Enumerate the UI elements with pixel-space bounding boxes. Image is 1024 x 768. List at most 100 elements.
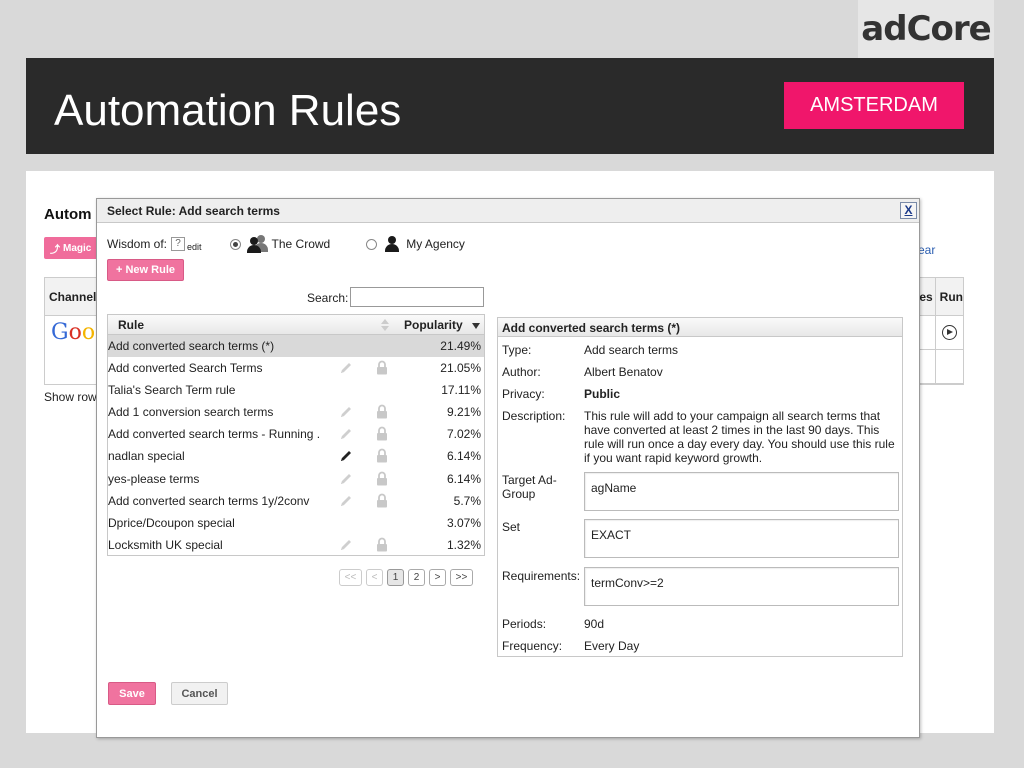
- wand-icon: ⤴: [50, 244, 60, 256]
- option-my-agency-label[interactable]: My Agency: [406, 237, 465, 251]
- popularity-column-header[interactable]: Popularity: [404, 318, 463, 332]
- bg-clear-link[interactable]: ear: [918, 243, 935, 257]
- pencil-icon[interactable]: [339, 449, 353, 463]
- help-icon[interactable]: ?: [171, 237, 186, 251]
- run-play-icon[interactable]: [942, 325, 957, 340]
- lock-icon: [376, 426, 388, 441]
- option-the-crowd-label[interactable]: The Crowd: [272, 237, 331, 251]
- pencil-icon: [339, 494, 353, 508]
- pencil-icon: [339, 538, 353, 552]
- description-label: Description:: [502, 409, 566, 423]
- radio-the-crowd[interactable]: [229, 238, 241, 250]
- bg-show-rows: Show rows: [44, 390, 103, 404]
- rule-name[interactable]: Dprice/Dcoupon special: [108, 516, 320, 530]
- privacy-value: Public: [584, 387, 621, 401]
- table-row[interactable]: Add converted search terms 1y/2conv 5.7%: [108, 490, 484, 512]
- last-page-button[interactable]: >>: [450, 569, 473, 586]
- wisdom-selector: Wisdom of: ? edit The Crowd My Agency: [107, 235, 465, 253]
- wisdom-label: Wisdom of:: [107, 237, 168, 251]
- rule-popularity: 3.07%: [446, 515, 481, 530]
- lock-icon: [376, 360, 388, 375]
- set-label: Set: [502, 520, 521, 534]
- bg-magic-button[interactable]: ⤴ Magic: [44, 237, 104, 259]
- rule-name[interactable]: Add converted Search Terms: [108, 361, 320, 375]
- target-label-line2: Group: [502, 487, 536, 501]
- frequency-value: Every Day: [584, 639, 640, 653]
- google-logo: Goog: [45, 316, 109, 345]
- rule-name[interactable]: Add converted search terms 1y/2conv: [108, 494, 320, 508]
- rule-popularity: 9.21%: [446, 405, 481, 420]
- pagination: << < 1 2 > >>: [339, 569, 473, 586]
- target-adgroup-label: Target Ad- Group: [502, 473, 557, 501]
- google-letter: o: [81, 320, 96, 345]
- sort-icon[interactable]: [380, 317, 390, 333]
- rule-name[interactable]: Add converted search terms (*): [108, 339, 320, 353]
- table-row[interactable]: nadlan special 6.14%: [108, 445, 484, 467]
- requirements-field[interactable]: termConv>=2: [584, 567, 899, 606]
- new-rule-button[interactable]: + New Rule: [107, 259, 184, 281]
- close-icon[interactable]: X: [900, 202, 917, 219]
- logo-text: adCore: [861, 9, 991, 49]
- target-adgroup-field[interactable]: agName: [584, 472, 899, 511]
- rules-table: Rule Popularity Add converted search ter…: [107, 314, 485, 556]
- bg-channel-header: Channel: [45, 278, 101, 316]
- rules-table-body: Add converted search terms (*) 21.49% Add …: [108, 335, 484, 556]
- author-value: Albert Benatov: [584, 365, 663, 379]
- bg-magic-label: Magic: [63, 242, 92, 254]
- rule-name[interactable]: nadlan special: [108, 449, 320, 463]
- pencil-icon: [339, 472, 353, 486]
- rule-name[interactable]: Add converted search terms - Running ...: [108, 427, 320, 441]
- privacy-label: Privacy:: [502, 387, 545, 401]
- sort-desc-icon[interactable]: [472, 323, 480, 329]
- next-page-button[interactable]: >: [429, 569, 446, 586]
- pencil-icon: [339, 405, 353, 419]
- rule-column-header[interactable]: Rule: [118, 318, 144, 332]
- bg-campaign-table: Channel Goog: [44, 277, 109, 385]
- table-row[interactable]: Locksmith UK special 1.32%: [108, 534, 484, 556]
- rule-name[interactable]: Locksmith UK special: [108, 538, 320, 552]
- rule-popularity: 6.14%: [446, 449, 481, 464]
- prev-page-button[interactable]: <: [366, 569, 383, 586]
- dialog-title: Select Rule: Add search terms: [107, 204, 280, 218]
- table-row[interactable]: Talia's Search Term rule 17.11%: [108, 379, 484, 401]
- bg-run-col: Run: [939, 290, 963, 304]
- rule-popularity: 6.14%: [446, 471, 481, 486]
- lock-icon: [376, 404, 388, 419]
- pencil-icon: [339, 427, 353, 441]
- target-label-line1: Target Ad-: [502, 473, 557, 487]
- set-field[interactable]: EXACT: [584, 519, 899, 558]
- table-row[interactable]: Add converted search terms (*) 21.49%: [108, 335, 484, 358]
- slide-title: Automation Rules: [54, 86, 402, 135]
- search-input[interactable]: [350, 287, 484, 307]
- rule-name[interactable]: Talia's Search Term rule: [108, 383, 320, 397]
- bg-page-heading: Autom: [44, 206, 92, 223]
- edit-link[interactable]: edit: [187, 242, 202, 252]
- rule-popularity: 1.32%: [446, 537, 481, 552]
- rules-table-header: Rule Popularity: [108, 315, 484, 335]
- table-row[interactable]: Dprice/Dcoupon special 3.07%: [108, 512, 484, 534]
- page-2-button[interactable]: 2: [408, 569, 425, 586]
- rule-name[interactable]: Add 1 conversion search terms: [108, 405, 320, 419]
- cancel-button[interactable]: Cancel: [171, 682, 228, 705]
- table-row[interactable]: Add converted search terms - Running ...…: [108, 423, 484, 445]
- type-label: Type:: [502, 343, 532, 357]
- google-letter: G: [51, 320, 69, 345]
- lock-icon: [376, 448, 388, 463]
- person-icon: [384, 236, 400, 252]
- location-badge: AMSTERDAM: [784, 82, 964, 129]
- table-row[interactable]: Add converted Search Terms 21.05%: [108, 357, 484, 379]
- rule-popularity: 5.7%: [453, 493, 481, 508]
- crowd-icon: [246, 235, 269, 253]
- table-row[interactable]: yes-please terms 6.14%: [108, 468, 484, 490]
- periods-label: Periods:: [502, 617, 547, 631]
- lock-icon: [376, 493, 388, 508]
- description-value: This rule will add to your campaign all …: [584, 409, 895, 465]
- page-1-button[interactable]: 1: [387, 569, 404, 586]
- rule-name[interactable]: yes-please terms: [108, 472, 320, 486]
- type-value: Add search terms: [584, 343, 679, 357]
- first-page-button[interactable]: <<: [339, 569, 362, 586]
- table-row[interactable]: Add 1 conversion search terms 9.21%: [108, 401, 484, 423]
- radio-my-agency[interactable]: [366, 238, 378, 250]
- adcore-logo: adCore: [858, 0, 994, 58]
- save-button[interactable]: Save: [108, 682, 156, 705]
